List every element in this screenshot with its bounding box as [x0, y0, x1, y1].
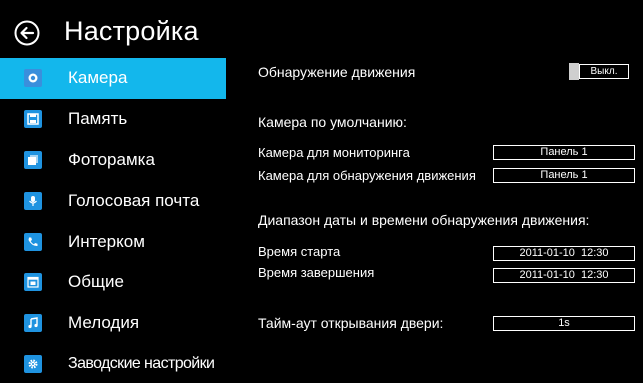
- end-time-label: Время завершения: [258, 265, 375, 280]
- settings-panel: Обнаружение движения Выкл. Камера по умо…: [226, 0, 643, 383]
- sidebar-item-intercom[interactable]: Интерком: [0, 221, 226, 262]
- date-range-heading: Диапазон даты и времени обнаружения движ…: [258, 212, 590, 228]
- sidebar-item-label: Камера: [68, 68, 128, 88]
- sidebar-item-factory-settings[interactable]: Заводские настройки: [0, 344, 226, 383]
- start-time-label: Время старта: [258, 244, 341, 259]
- start-time-field[interactable]: 2011-01-10 12:30: [493, 246, 635, 261]
- motion-camera-select[interactable]: Панель 1: [493, 168, 635, 183]
- microphone-icon: [24, 191, 42, 210]
- floppy-disk-icon: [24, 110, 42, 129]
- sidebar-item-voicemail[interactable]: Голосовая почта: [0, 180, 226, 221]
- end-time-field[interactable]: 2011-01-10 12:30: [493, 268, 635, 283]
- door-timeout-field[interactable]: 1s: [493, 316, 635, 331]
- sidebar: Настройка Камера Память Фоторамка Голосо…: [0, 0, 226, 383]
- sidebar-item-label: Память: [68, 109, 128, 129]
- toggle-knob[interactable]: [569, 63, 579, 80]
- sidebar-item-general[interactable]: Общие: [0, 262, 226, 303]
- photo-frame-icon: [24, 150, 42, 169]
- sidebar-item-label: Фоторамка: [68, 149, 155, 169]
- music-note-icon: [24, 314, 42, 333]
- sidebar-item-melody[interactable]: Мелодия: [0, 303, 226, 344]
- monitoring-camera-select[interactable]: Панель 1: [493, 145, 635, 160]
- gear-icon: [24, 354, 42, 373]
- door-timeout-label: Тайм-аут открывания двери:: [258, 315, 444, 331]
- motion-detection-label: Обнаружение движения: [258, 64, 416, 80]
- sidebar-item-label: Заводские настройки: [68, 354, 215, 372]
- sidebar-item-camera[interactable]: Камера: [0, 58, 226, 99]
- sidebar-item-label: Мелодия: [68, 313, 140, 333]
- sidebar-item-label: Общие: [68, 272, 124, 292]
- camera-icon: [24, 69, 42, 88]
- phone-icon: [24, 232, 42, 251]
- page-title: Настройка: [64, 16, 199, 46]
- monitoring-camera-label: Камера для мониторинга: [258, 145, 410, 160]
- header: Настройка: [0, 0, 226, 58]
- sidebar-item-photo-frame[interactable]: Фоторамка: [0, 140, 226, 181]
- default-camera-heading: Камера по умолчанию:: [258, 114, 407, 130]
- motion-detection-toggle[interactable]: Выкл.: [569, 63, 629, 80]
- toggle-state: Выкл.: [579, 64, 629, 79]
- back-arrow-icon[interactable]: [14, 20, 40, 46]
- motion-camera-label: Камера для обнаружения движения: [258, 168, 476, 183]
- sidebar-item-memory[interactable]: Память: [0, 99, 226, 140]
- sidebar-item-label: Голосовая почта: [68, 190, 200, 210]
- calendar-icon: [24, 273, 42, 292]
- sidebar-menu: Камера Память Фоторамка Голосовая почта …: [0, 58, 226, 383]
- sidebar-item-label: Интерком: [68, 231, 145, 251]
